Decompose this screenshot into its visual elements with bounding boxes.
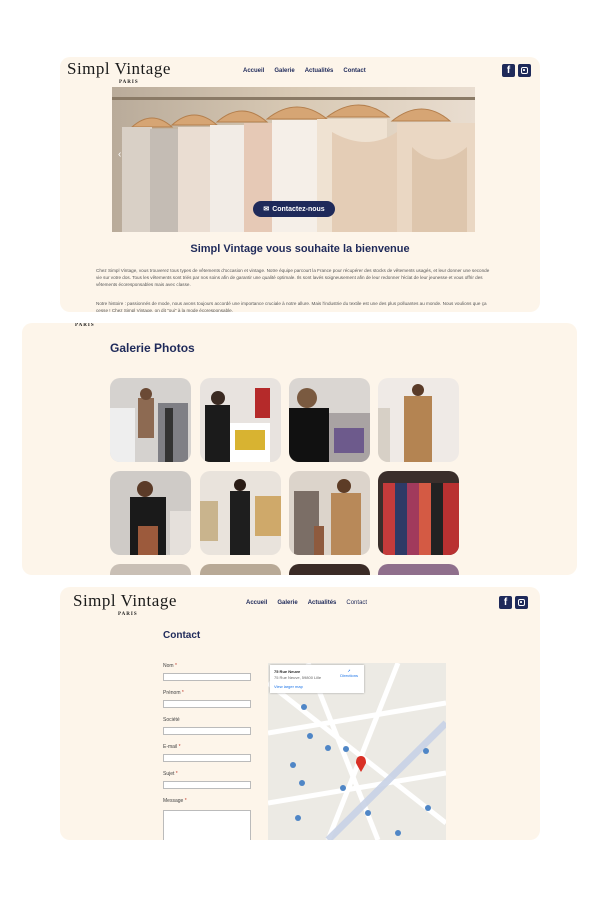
brand-tagline: PARIS bbox=[119, 80, 139, 85]
email-input[interactable] bbox=[163, 754, 251, 762]
nav-item-contact[interactable]: Contact bbox=[343, 68, 365, 74]
gallery-photo[interactable] bbox=[378, 564, 459, 575]
nav-item-galerie[interactable]: Galerie bbox=[274, 68, 294, 74]
map-address: 75 Rue Neuve, 59800 Lille bbox=[274, 675, 322, 680]
sujet-input[interactable] bbox=[163, 781, 251, 789]
envelope-icon: ✉ bbox=[263, 206, 270, 213]
gallery-photo[interactable] bbox=[289, 471, 370, 555]
brand-logo[interactable]: Simpl Vintage PARIS bbox=[67, 59, 171, 85]
directions-button[interactable]: ➚ Directions bbox=[340, 668, 358, 678]
societe-input[interactable] bbox=[163, 727, 251, 735]
main-nav: Accueil Galerie Actualités Contact bbox=[243, 68, 366, 74]
welcome-paragraph-2: Notre histoire : passionnés de mode, nou… bbox=[96, 301, 487, 312]
gallery-panel: PARIS Galerie Photos bbox=[22, 323, 577, 575]
gallery-photo[interactable] bbox=[378, 378, 459, 462]
nav-item-actualites[interactable]: Actualités bbox=[305, 68, 334, 74]
gallery-photo[interactable] bbox=[110, 564, 191, 575]
cta-label: Contactez-nous bbox=[272, 205, 325, 213]
instagram-icon[interactable] bbox=[518, 64, 531, 77]
brand-name: Simpl Vintage bbox=[73, 591, 177, 610]
brand-tagline-fragment: PARIS bbox=[75, 323, 95, 328]
gallery-photo[interactable] bbox=[110, 378, 191, 462]
field-label-email: E-mail * bbox=[163, 744, 181, 750]
view-larger-map-link[interactable]: View larger map bbox=[274, 684, 303, 689]
field-label-nom: Nom * bbox=[163, 663, 177, 669]
google-map[interactable]: 75 Rue Neuve 75 Rue Neuve, 59800 Lille V… bbox=[268, 663, 446, 840]
gallery-photo[interactable] bbox=[200, 564, 281, 575]
gallery-photo[interactable] bbox=[200, 471, 281, 555]
instagram-icon[interactable] bbox=[515, 596, 528, 609]
brand-logo[interactable]: Simpl Vintage PARIS bbox=[73, 591, 177, 617]
gallery-photo[interactable] bbox=[378, 471, 459, 555]
field-label-sujet: Sujet * bbox=[163, 771, 178, 777]
gallery-photo[interactable] bbox=[200, 378, 281, 462]
home-panel: Simpl Vintage PARIS Accueil Galerie Actu… bbox=[60, 57, 540, 312]
facebook-icon[interactable]: f bbox=[499, 596, 512, 609]
map-info-card: 75 Rue Neuve 75 Rue Neuve, 59800 Lille V… bbox=[270, 665, 364, 693]
nav-item-galerie[interactable]: Galerie bbox=[277, 600, 297, 606]
nav-item-actualites[interactable]: Actualités bbox=[308, 600, 337, 606]
welcome-title: Simpl Vintage vous souhaite la bienvenue bbox=[190, 243, 410, 255]
facebook-icon[interactable]: f bbox=[502, 64, 515, 77]
gallery-photo[interactable] bbox=[289, 564, 370, 575]
gallery-photo[interactable] bbox=[289, 378, 370, 462]
carousel-prev-arrow[interactable]: ‹ bbox=[118, 149, 121, 160]
main-nav: Accueil Galerie Actualités Contact bbox=[246, 600, 367, 606]
brand-tagline: PARIS bbox=[118, 612, 138, 617]
nav-item-accueil[interactable]: Accueil bbox=[246, 600, 267, 606]
field-label-prenom: Prénom * bbox=[163, 690, 184, 696]
message-textarea[interactable] bbox=[163, 810, 251, 840]
social-links: f bbox=[502, 64, 531, 77]
social-links: f bbox=[499, 596, 528, 609]
field-label-societe: Société bbox=[163, 717, 180, 723]
nav-item-contact[interactable]: Contact bbox=[346, 600, 367, 606]
contact-title: Contact bbox=[163, 630, 201, 641]
field-label-message: Message * bbox=[163, 798, 187, 804]
welcome-paragraph-1: Chez Simpl Vintage, vous trouverez tous … bbox=[96, 268, 490, 287]
contact-panel: Simpl Vintage PARIS Accueil Galerie Actu… bbox=[60, 587, 540, 840]
brand-name: Simpl Vintage bbox=[67, 59, 171, 78]
nav-item-accueil[interactable]: Accueil bbox=[243, 68, 264, 74]
gallery-title: Galerie Photos bbox=[110, 341, 195, 355]
contact-cta-button[interactable]: ✉ Contactez-nous bbox=[253, 201, 335, 217]
map-place-name: 75 Rue Neuve bbox=[274, 669, 301, 674]
nom-input[interactable] bbox=[163, 673, 251, 681]
prenom-input[interactable] bbox=[163, 700, 251, 708]
gallery-photo[interactable] bbox=[110, 471, 191, 555]
directions-label: Directions bbox=[340, 673, 358, 678]
